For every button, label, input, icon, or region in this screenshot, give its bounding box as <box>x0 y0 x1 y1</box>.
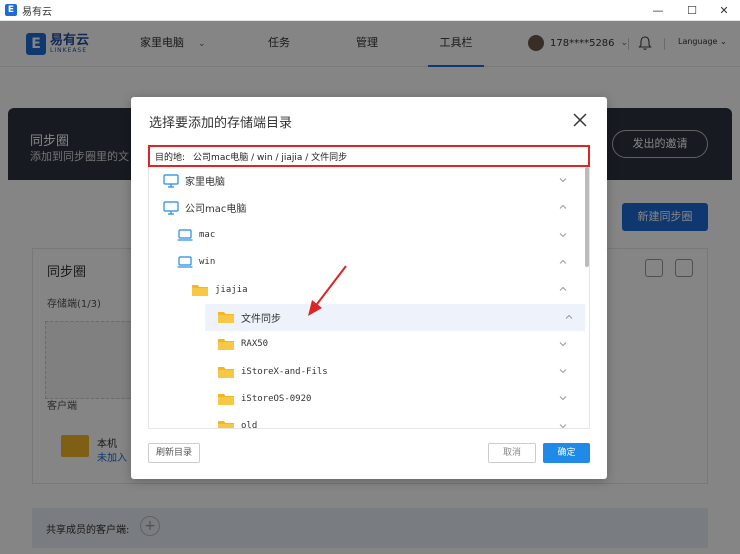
laptop-icon <box>177 229 193 241</box>
tree-row[interactable]: jiajia <box>149 276 585 303</box>
window-title: 易有云 <box>22 6 52 18</box>
folder-icon <box>192 284 208 296</box>
chevron-up-icon[interactable] <box>565 313 573 321</box>
select-directory-dialog: 选择要添加的存储端目录 目的地: 公司mac电脑 / win / jiajia … <box>131 97 607 479</box>
scrollbar[interactable] <box>585 167 589 267</box>
tree-row-label: mac <box>199 230 216 241</box>
confirm-button[interactable]: 确定 <box>543 443 590 463</box>
tree-row[interactable]: win <box>149 249 585 276</box>
tree-row-label: old <box>241 421 258 429</box>
desktop-icon <box>163 201 179 215</box>
tree-row[interactable]: iStoreX-and-Fils <box>149 358 585 385</box>
chevron-down-icon[interactable] <box>559 231 567 239</box>
minimize-button[interactable]: — <box>642 0 674 21</box>
folder-icon <box>218 339 234 351</box>
close-window-button[interactable]: ✕ <box>708 0 740 21</box>
folder-icon <box>218 421 234 428</box>
tree-row[interactable]: 文件同步 <box>205 303 585 331</box>
chevron-down-icon[interactable] <box>559 367 567 375</box>
desktop-icon <box>163 173 179 188</box>
tree-row-label: iStoreOS-0920 <box>241 393 312 404</box>
refresh-directory-button[interactable]: 刷新目录 <box>148 443 200 463</box>
tree-row-label: iStoreX-and-Fils <box>241 366 328 377</box>
chevron-up-icon[interactable] <box>559 203 567 211</box>
tree-row-label: RAX50 <box>241 339 269 350</box>
maximize-button[interactable]: ☐ <box>676 0 708 21</box>
tree-row-label: 文件同步 <box>241 313 281 325</box>
chevron-up-icon[interactable] <box>559 285 567 293</box>
chevron-down-icon[interactable] <box>559 340 567 348</box>
tree-row-label: 公司mac电脑 <box>185 204 247 216</box>
tree-row[interactable]: old <box>149 413 585 429</box>
tree-row-label: jiajia <box>215 284 248 295</box>
tree-row[interactable]: iStoreOS-0920 <box>149 385 585 412</box>
cancel-button[interactable]: 取消 <box>488 443 536 463</box>
tree-row-label: 家里电脑 <box>185 177 225 188</box>
laptop-icon <box>177 256 193 268</box>
folder-icon <box>218 393 234 405</box>
directory-tree[interactable]: 家里电脑公司mac电脑 mac win jiajia 文件同步 RAX50 iStoreX-… <box>148 167 590 429</box>
chevron-down-icon[interactable] <box>559 176 567 184</box>
destination-label: 目的地: <box>155 152 186 163</box>
destination-path: 公司mac电脑 / win / jiajia / 文件同步 <box>193 152 348 163</box>
dialog-title: 选择要添加的存储端目录 <box>149 116 293 131</box>
tree-row[interactable]: 公司mac电脑 <box>149 194 585 221</box>
tree-row[interactable]: 家里电脑 <box>149 167 585 194</box>
title-bar: E 易有云 — ☐ ✕ <box>0 0 740 21</box>
tree-row-label: win <box>199 257 216 268</box>
chevron-up-icon[interactable] <box>559 258 567 266</box>
folder-icon <box>218 312 234 323</box>
app-icon: E <box>5 4 17 16</box>
chevron-down-icon[interactable] <box>559 394 567 402</box>
tree-row[interactable]: RAX50 <box>149 331 585 358</box>
destination-bar: 目的地: 公司mac电脑 / win / jiajia / 文件同步 <box>148 145 590 167</box>
folder-icon <box>218 366 234 378</box>
annotation-arrow <box>308 265 347 316</box>
close-icon[interactable] <box>571 111 589 129</box>
chevron-down-icon[interactable] <box>559 422 567 429</box>
tree-row[interactable]: mac <box>149 222 585 249</box>
